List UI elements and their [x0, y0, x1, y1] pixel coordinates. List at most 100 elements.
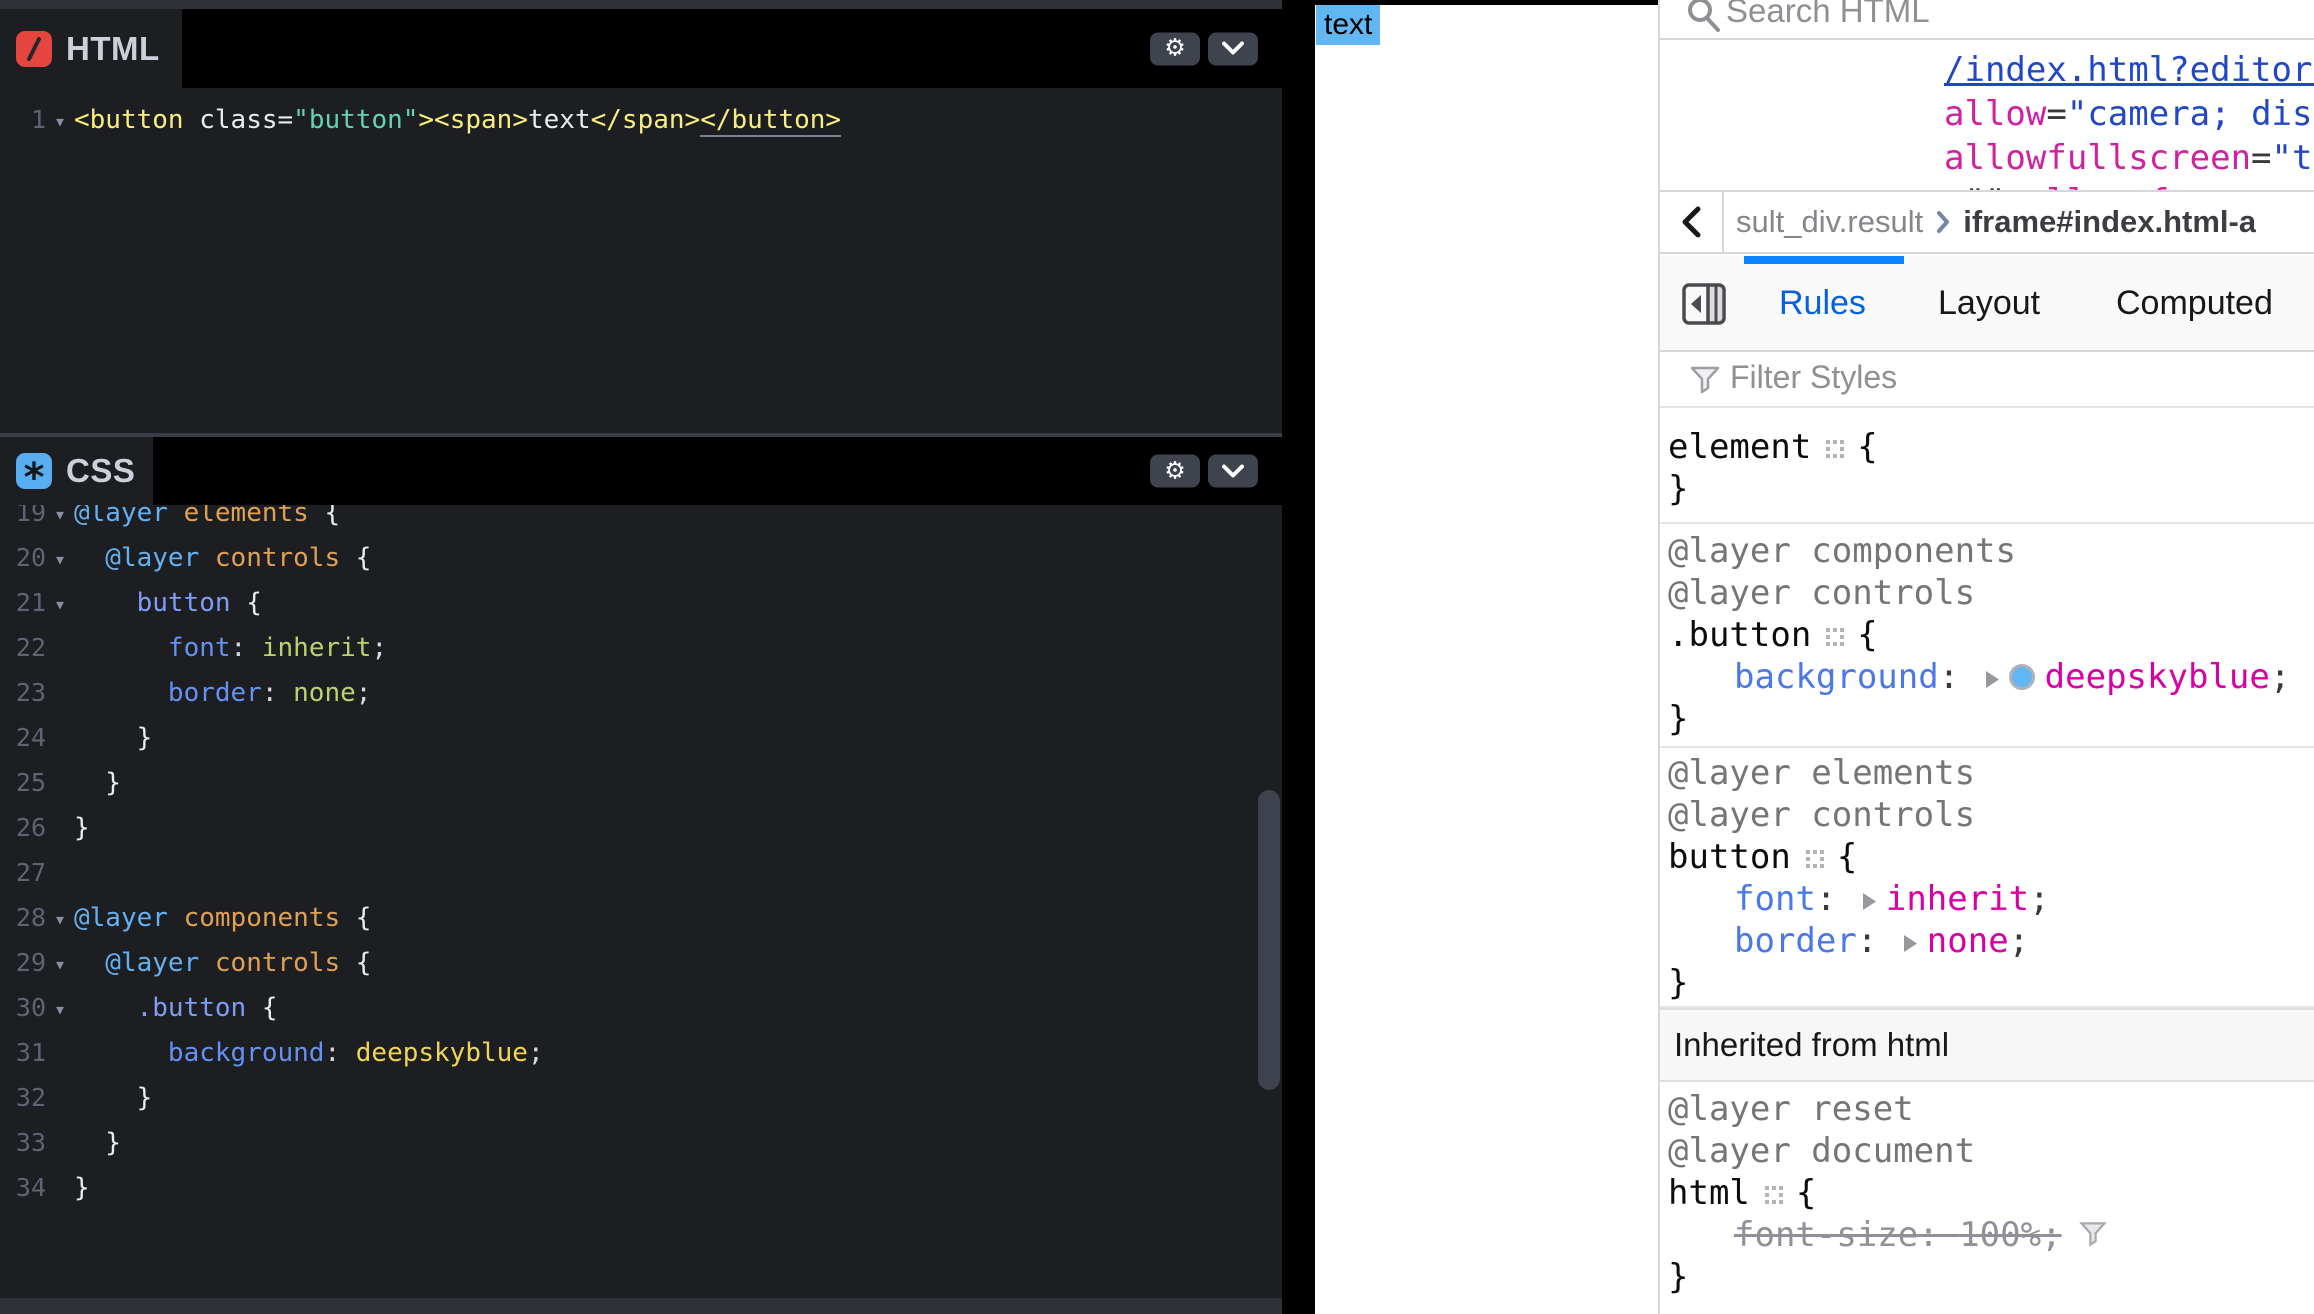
selector-highlighter-dots-icon[interactable] [1764, 1185, 1784, 1205]
code-line-29[interactable]: 29▾ @layer controls { [0, 943, 1256, 983]
editor-column: 1▾<button class="button"><span>text</spa… [0, 0, 1282, 1314]
codepen-with-devtools: 1▾<button class="button"><span>text</spa… [0, 0, 2314, 1314]
layer-label: @layer controls [1668, 572, 2314, 614]
overridden-filter-funnel-icon[interactable] [2078, 1219, 2108, 1249]
rule-selector[interactable]: element{ [1668, 426, 2314, 468]
fold-arrow-icon[interactable]: ▾ [46, 539, 74, 579]
filter-styles-row[interactable]: Filter Styles [1660, 352, 2314, 408]
markup-inspector[interactable]: /index.html?editorsallow="camera; dispal… [1660, 40, 2314, 190]
rule-closing-brace: } [1668, 468, 2314, 510]
search-html-row[interactable]: Search HTML [1660, 0, 2314, 40]
filter-styles-input[interactable]: Filter Styles [1730, 359, 1897, 396]
code-line-21[interactable]: 21▾ button { [0, 583, 1256, 623]
inherited-from-html-header: Inherited from html [1660, 1008, 2314, 1082]
chevron-left-icon [1679, 205, 1703, 239]
breadcrumb-item-iframe[interactable]: iframe#index.html-a [1963, 204, 2256, 240]
fold-arrow-icon[interactable]: ▾ [46, 584, 74, 624]
rule-selector[interactable]: button{ [1668, 836, 2314, 878]
code-line-22[interactable]: 22 font: inherit; [0, 628, 1256, 668]
css-tab-label: CSS [66, 452, 135, 490]
result-preview: text [1315, 0, 1658, 1314]
fold-arrow-icon[interactable]: ▾ [46, 944, 74, 984]
html-lang-icon [16, 31, 52, 67]
breadcrumb: sult_div.result iframe#index.html-a [1660, 190, 2314, 254]
code-line-27[interactable]: 27 [0, 853, 1256, 893]
sidebar-toggle-icon[interactable] [1681, 282, 1727, 329]
rule-closing-brace: } [1668, 698, 2314, 740]
code-line-24[interactable]: 24 } [0, 718, 1256, 758]
chevron-right-icon [1935, 210, 1951, 234]
rule-selector[interactable]: html{ [1668, 1172, 2314, 1214]
gear-icon: ⚙ [1164, 37, 1186, 61]
rule-block: @layer components@layer controls.button{… [1660, 524, 2314, 748]
tab-rules[interactable]: Rules [1779, 256, 1866, 350]
expand-triangle-icon[interactable] [1986, 671, 1999, 688]
selector-highlighter-dots-icon[interactable] [1825, 627, 1845, 647]
layer-label: @layer reset [1668, 1088, 2314, 1130]
css-panel-header: * CSS ⚙ [0, 437, 1282, 505]
rule-selector[interactable]: .button{ [1668, 614, 2314, 656]
chevron-down-icon [1222, 42, 1244, 56]
search-icon [1684, 0, 1724, 36]
sidebar-tabbar: Rules Layout Computed [1660, 256, 2314, 352]
css-collapse-button[interactable] [1208, 455, 1258, 488]
rule-declaration[interactable]: font-size: 100%; [1668, 1214, 2314, 1256]
layer-label: @layer controls [1668, 794, 2314, 836]
preview-text-button[interactable]: text [1316, 5, 1380, 45]
selector-highlighter-dots-icon[interactable] [1825, 439, 1845, 459]
rule-block: @layer elements@layer controlsbutton{fon… [1660, 748, 2314, 1008]
rule-declaration[interactable]: font: inherit; [1668, 878, 2314, 920]
fold-arrow-icon[interactable]: ▾ [46, 899, 74, 939]
code-line-33[interactable]: 33 } [0, 1123, 1256, 1163]
selector-highlighter-dots-icon[interactable] [1805, 849, 1825, 869]
html-collapse-button[interactable] [1208, 32, 1258, 65]
css-editor-scrollbar[interactable] [1258, 790, 1280, 1090]
code-line-20[interactable]: 20▾ @layer controls { [0, 538, 1256, 578]
tab-html[interactable]: HTML [0, 9, 182, 88]
funnel-icon [1688, 363, 1722, 397]
editor-preview-resizer[interactable] [1282, 0, 1315, 1314]
rule-block: @layer reset@layer documenthtml{font-siz… [1660, 1082, 2314, 1314]
tab-layout[interactable]: Layout [1938, 256, 2040, 350]
code-line-25[interactable]: 25 } [0, 763, 1256, 803]
rule-declaration[interactable]: border: none; [1668, 920, 2314, 962]
fold-arrow-icon[interactable]: ▾ [46, 989, 74, 1029]
rule-closing-brace: } [1668, 1256, 2314, 1298]
html-tab-label: HTML [66, 30, 160, 68]
tab-css[interactable]: * CSS [0, 437, 153, 505]
expand-triangle-icon[interactable] [1863, 893, 1876, 910]
panel-top-strip [0, 0, 1282, 9]
html-panel-header: HTML ⚙ [0, 9, 1282, 88]
inspector-line[interactable]: /index.html?editors [1944, 50, 2314, 90]
layer-label: @layer elements [1668, 752, 2314, 794]
inspector-line[interactable]: ="" allow f [1944, 182, 2169, 190]
code-line-32[interactable]: 32 } [0, 1078, 1256, 1118]
html-settings-button[interactable]: ⚙ [1150, 32, 1200, 65]
search-input[interactable]: Search HTML [1726, 0, 1930, 30]
code-line-30[interactable]: 30▾ .button { [0, 988, 1256, 1028]
css-lang-icon: * [16, 453, 52, 489]
gear-icon: ⚙ [1164, 459, 1186, 483]
collapsed-panel-strip [0, 1298, 1282, 1314]
layer-label: @layer document [1668, 1130, 2314, 1172]
chevron-down-icon [1222, 464, 1244, 478]
expand-triangle-icon[interactable] [1904, 935, 1917, 952]
layer-label: @layer components [1668, 530, 2314, 572]
css-settings-button[interactable]: ⚙ [1150, 455, 1200, 488]
breadcrumb-back-button[interactable] [1660, 192, 1724, 252]
code-line-28[interactable]: 28▾@layer components { [0, 898, 1256, 938]
breadcrumb-item-result-div[interactable]: sult_div.result [1736, 204, 1923, 240]
inspector-line[interactable]: allowfullscreen="tr [1944, 138, 2314, 178]
css-editor[interactable]: 19▾@layer elements {20▾ @layer controls … [0, 0, 1282, 1314]
inspector-line[interactable]: allow="camera; disp [1944, 94, 2314, 134]
devtools-panel: Search HTML /index.html?editorsallow="ca… [1658, 0, 2314, 1314]
rule-declaration[interactable]: background: deepskyblue; [1668, 656, 2314, 698]
code-line-26[interactable]: 26} [0, 808, 1256, 848]
rule-closing-brace: } [1668, 962, 2314, 1004]
color-swatch[interactable] [2009, 664, 2035, 690]
code-line-23[interactable]: 23 border: none; [0, 673, 1256, 713]
rule-block: element{} [1660, 408, 2314, 524]
code-line-31[interactable]: 31 background: deepskyblue; [0, 1033, 1256, 1073]
code-line-34[interactable]: 34} [0, 1168, 1256, 1208]
tab-computed[interactable]: Computed [2116, 256, 2273, 350]
